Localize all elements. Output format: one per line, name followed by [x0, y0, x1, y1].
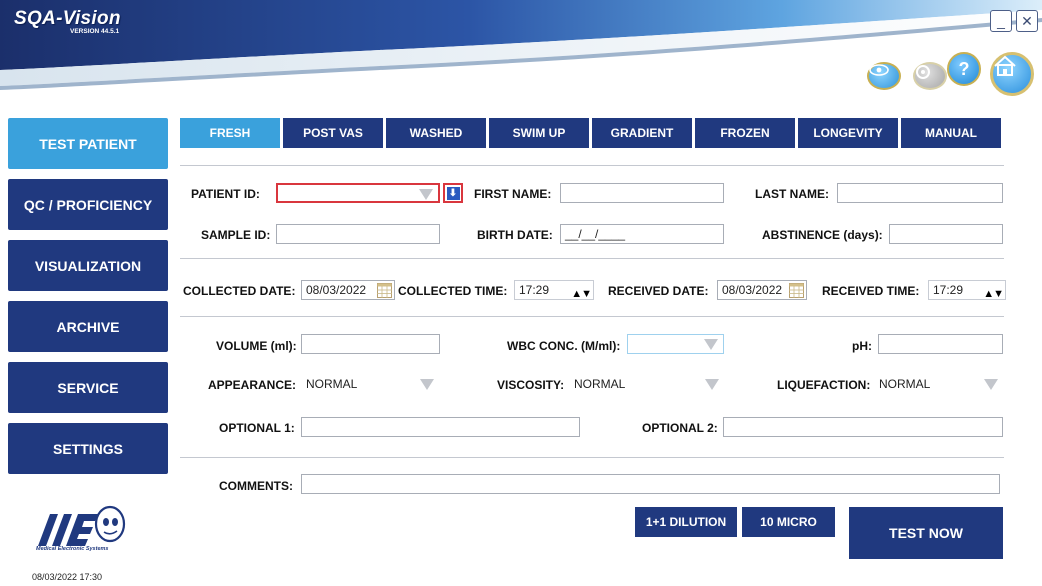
calendar-icon[interactable] — [377, 283, 392, 298]
time-spinner-icon[interactable]: ▲▼ — [571, 285, 592, 299]
received-date-label: RECEIVED DATE: — [608, 284, 709, 298]
ph-label: pH: — [852, 339, 872, 353]
minimize-button[interactable]: _ — [990, 10, 1012, 32]
tab-gradient[interactable]: GRADIENT — [592, 118, 692, 148]
system-datetime: 08/03/2022 17:30 — [32, 572, 103, 582]
tab-frozen[interactable]: FROZEN — [695, 118, 795, 148]
header-banner: SQA-Vision VERSION 44.5.1 _ ✕ ? — [0, 0, 1042, 100]
sidebar-item-service[interactable]: SERVICE — [8, 362, 168, 413]
home-icon[interactable] — [990, 52, 1034, 96]
dilution-button[interactable]: 1+1 DILUTION — [635, 507, 737, 537]
collected-date-value: 08/03/2022 — [306, 283, 367, 297]
divider — [180, 316, 1004, 317]
mes-logo: Medical Electronic Systems — [32, 500, 132, 567]
close-button[interactable]: ✕ — [1016, 10, 1038, 32]
optional-1-label: OPTIONAL 1: — [219, 421, 295, 435]
divider — [180, 457, 1004, 458]
tab-fresh[interactable]: FRESH — [180, 118, 280, 148]
received-date-input[interactable]: 08/03/2022 — [717, 280, 807, 300]
sidebar-item-test-patient[interactable]: TEST PATIENT — [8, 118, 168, 169]
divider — [180, 165, 1004, 166]
tab-longevity[interactable]: LONGEVITY — [798, 118, 898, 148]
liquefaction-label: LIQUEFACTION: — [777, 378, 871, 392]
collected-time-label: COLLECTED TIME: — [398, 284, 508, 298]
sample-id-input[interactable] — [276, 224, 440, 244]
help-icon[interactable]: ? — [947, 52, 981, 86]
first-name-input[interactable] — [560, 183, 724, 203]
app-name: SQA-Vision — [14, 8, 121, 29]
time-spinner-icon[interactable]: ▲▼ — [983, 285, 1004, 299]
patient-id-download-button[interactable]: ⬇ — [443, 183, 463, 203]
tab-washed[interactable]: WASHED — [386, 118, 486, 148]
tab-swim-up[interactable]: SWIM UP — [489, 118, 589, 148]
abstinence-input[interactable] — [889, 224, 1003, 244]
tab-post-vas[interactable]: POST VAS — [283, 118, 383, 148]
collected-time-input[interactable]: 17:29 ▲▼ — [514, 280, 594, 300]
appearance-select[interactable]: NORMAL — [301, 374, 440, 394]
received-time-label: RECEIVED TIME: — [822, 284, 920, 298]
birth-date-label: BIRTH DATE: — [477, 228, 553, 242]
first-name-label: FIRST NAME: — [474, 187, 552, 201]
download-arrow-icon: ⬇ — [446, 186, 460, 200]
received-time-input[interactable]: 17:29 ▲▼ — [928, 280, 1006, 300]
logo-caption: Medical Electronic Systems — [36, 546, 109, 552]
comments-label: COMMENTS: — [219, 479, 293, 493]
ten-micro-button[interactable]: 10 MICRO — [742, 507, 835, 537]
sample-id-label: SAMPLE ID: — [201, 228, 271, 242]
viscosity-select[interactable]: NORMAL — [569, 374, 725, 394]
viscosity-label: VISCOSITY: — [497, 378, 565, 392]
patient-id-input[interactable] — [276, 183, 440, 203]
last-name-label: LAST NAME: — [755, 187, 829, 201]
patient-id-label: PATIENT ID: — [191, 187, 260, 201]
app-window: SQA-Vision VERSION 44.5.1 _ ✕ ? TEST PAT… — [0, 0, 1042, 586]
wbc-conc-select[interactable] — [627, 334, 724, 354]
calendar-icon[interactable] — [789, 283, 804, 298]
optional-2-label: OPTIONAL 2: — [642, 421, 718, 435]
divider — [180, 258, 1004, 259]
sidebar-item-archive[interactable]: ARCHIVE — [8, 301, 168, 352]
birth-date-input[interactable]: __/__/____ — [560, 224, 724, 244]
volume-input[interactable] — [301, 334, 440, 354]
test-now-button[interactable]: TEST NOW — [849, 507, 1003, 559]
eye-icon[interactable] — [867, 62, 901, 90]
received-date-value: 08/03/2022 — [722, 283, 783, 297]
tab-manual[interactable]: MANUAL — [901, 118, 1001, 148]
last-name-input[interactable] — [837, 183, 1003, 203]
volume-label: VOLUME (ml): — [216, 339, 297, 353]
ph-input[interactable] — [878, 334, 1003, 354]
app-version: VERSION 44.5.1 — [70, 28, 120, 35]
camera-icon[interactable] — [913, 62, 947, 90]
collected-time-value: 17:29 — [519, 283, 550, 297]
sidebar-item-qc-proficiency[interactable]: QC / PROFICIENCY — [8, 179, 168, 230]
sidebar-item-visualization[interactable]: VISUALIZATION — [8, 240, 168, 291]
optional-1-input[interactable] — [301, 417, 580, 437]
abstinence-label: ABSTINENCE (days): — [762, 228, 883, 242]
appearance-label: APPEARANCE: — [208, 378, 297, 392]
app-logo: SQA-Vision VERSION 44.5.1 — [14, 8, 121, 35]
wbc-conc-label: WBC CONC. (M/ml): — [507, 339, 621, 353]
liquefaction-select[interactable]: NORMAL — [874, 374, 1004, 394]
comments-input[interactable] — [301, 474, 1000, 494]
collected-date-input[interactable]: 08/03/2022 — [301, 280, 395, 300]
collected-date-label: COLLECTED DATE: — [183, 284, 296, 298]
received-time-value: 17:29 — [933, 283, 964, 297]
sidebar-item-settings[interactable]: SETTINGS — [8, 423, 168, 474]
optional-2-input[interactable] — [723, 417, 1003, 437]
